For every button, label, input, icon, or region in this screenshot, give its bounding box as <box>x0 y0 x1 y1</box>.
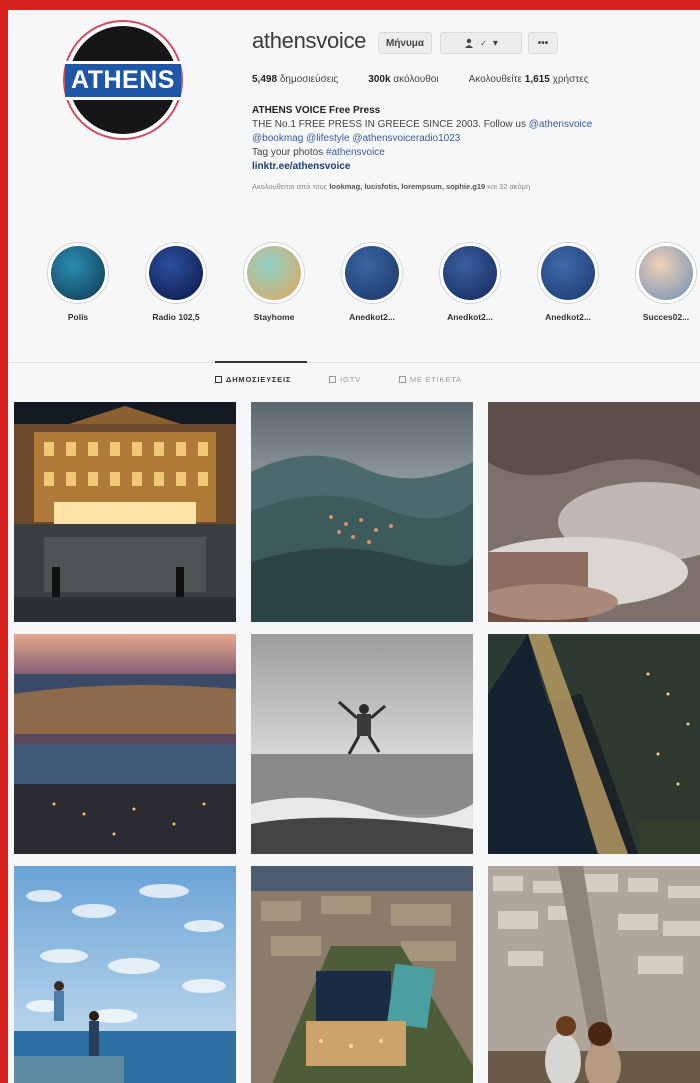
highlight-item[interactable]: Anedkot2... <box>341 242 403 322</box>
highlight-label: Anedkot2... <box>349 312 395 322</box>
highlight-item[interactable]: Anedkot2... <box>537 242 599 322</box>
tag-icon <box>398 376 406 383</box>
following-count[interactable]: Ακολουθείτε 1,615 χρήστες <box>469 74 589 85</box>
instagram-profile-page: ATHENS athensvoice Μήνυμα ✓ ▾ ••• 5,498 … <box>8 10 700 1083</box>
post-tile-night-coast[interactable] <box>488 634 700 854</box>
user-icon <box>465 38 474 48</box>
highlight-label: Succes02... <box>642 312 690 322</box>
tabs-divider <box>8 362 700 363</box>
more-options-button[interactable]: ••• <box>528 32 558 54</box>
highlight-cover <box>247 246 301 300</box>
highlight-item[interactable]: Radio 102,5 <box>145 242 207 322</box>
post-tile-smoke[interactable] <box>488 402 700 622</box>
logo-text: ATHENS <box>65 60 181 100</box>
post-tile-kids-sky[interactable] <box>14 866 236 1083</box>
highlight-cover <box>345 246 399 300</box>
posts-count: 5,498 δημοσιεύσεις <box>252 74 339 85</box>
highlight-item[interactable]: Polis <box>47 242 109 322</box>
highlight-cover <box>149 246 203 300</box>
tab-igtv[interactable]: IGTV <box>329 375 361 384</box>
avatar-logo: ATHENS <box>65 26 181 134</box>
profile-tabs: ΔΗΜΟΣΙΕΥΣΕΙΣ IGTV ΜΕ ΕΤΙΚΕΤΑ <box>215 375 462 384</box>
highlight-label: Anedkot2... <box>545 312 591 322</box>
highlight-label: Stayhome <box>253 312 295 322</box>
chevron-down-icon: ▾ <box>492 37 498 49</box>
highlight-cover <box>51 246 105 300</box>
highlight-label: Anedkot2... <box>447 312 493 322</box>
grid-icon <box>215 376 222 383</box>
bio-mentions[interactable]: @bookmag @lifestyle @athensvoiceradio102… <box>252 132 692 146</box>
highlight-cover <box>639 246 693 300</box>
highlight-cover <box>541 246 595 300</box>
tab-tagged[interactable]: ΜΕ ΕΤΙΚΕΤΑ <box>398 375 462 384</box>
post-tile-harbor-dusk[interactable] <box>14 634 236 854</box>
check-icon: ✓ <box>480 38 487 48</box>
profile-bio: ATHENS VOICE Free Press THE No.1 FREE PR… <box>252 104 692 194</box>
message-button[interactable]: Μήνυμα <box>378 32 432 54</box>
highlight-label: Radio 102,5 <box>152 312 200 322</box>
story-highlights: Polis Radio 102,5 Stayhome Anedkot2... A… <box>47 242 700 322</box>
bio-line-1: THE No.1 FREE PRESS IN GREECE SINCE 2003… <box>252 119 593 130</box>
post-tile-mountains[interactable] <box>251 402 473 622</box>
following-button[interactable]: ✓ ▾ <box>440 32 522 54</box>
posts-grid <box>14 402 700 1083</box>
profile-stats: 5,498 δημοσιεύσεις 300k ακόλουθοι Ακολου… <box>252 74 589 85</box>
active-tab-indicator <box>215 361 307 363</box>
highlight-cover <box>443 246 497 300</box>
profile-full-name: ATHENS VOICE Free Press <box>252 105 381 116</box>
post-tile-couple-view[interactable] <box>488 866 700 1083</box>
post-tile-jumper[interactable] <box>251 634 473 854</box>
tv-icon <box>329 376 337 383</box>
profile-website-link[interactable]: linktr.ee/athensvoice <box>252 160 692 174</box>
profile-avatar[interactable]: ATHENS <box>63 20 183 140</box>
profile-username: athensvoice <box>252 28 367 53</box>
followed-by[interactable]: Ακολουθείται από τους lookmag, lucisfoti… <box>252 180 692 194</box>
highlight-item[interactable]: Anedkot2... <box>439 242 501 322</box>
highlight-item[interactable]: Stayhome <box>243 242 305 322</box>
highlight-item[interactable]: Succes02... <box>635 242 697 322</box>
hashtag-link[interactable]: #athensvoice <box>326 147 385 158</box>
mention-link[interactable]: @athensvoice <box>529 119 593 130</box>
post-tile-city-aerial[interactable] <box>251 866 473 1083</box>
highlight-label: Polis <box>67 312 89 322</box>
post-tile-parliament[interactable] <box>14 402 236 622</box>
followers-count[interactable]: 300k ακόλουθοι <box>368 74 438 85</box>
tab-posts[interactable]: ΔΗΜΟΣΙΕΥΣΕΙΣ <box>215 375 291 384</box>
bio-line-3: Tag your photos #athensvoice <box>252 147 385 158</box>
